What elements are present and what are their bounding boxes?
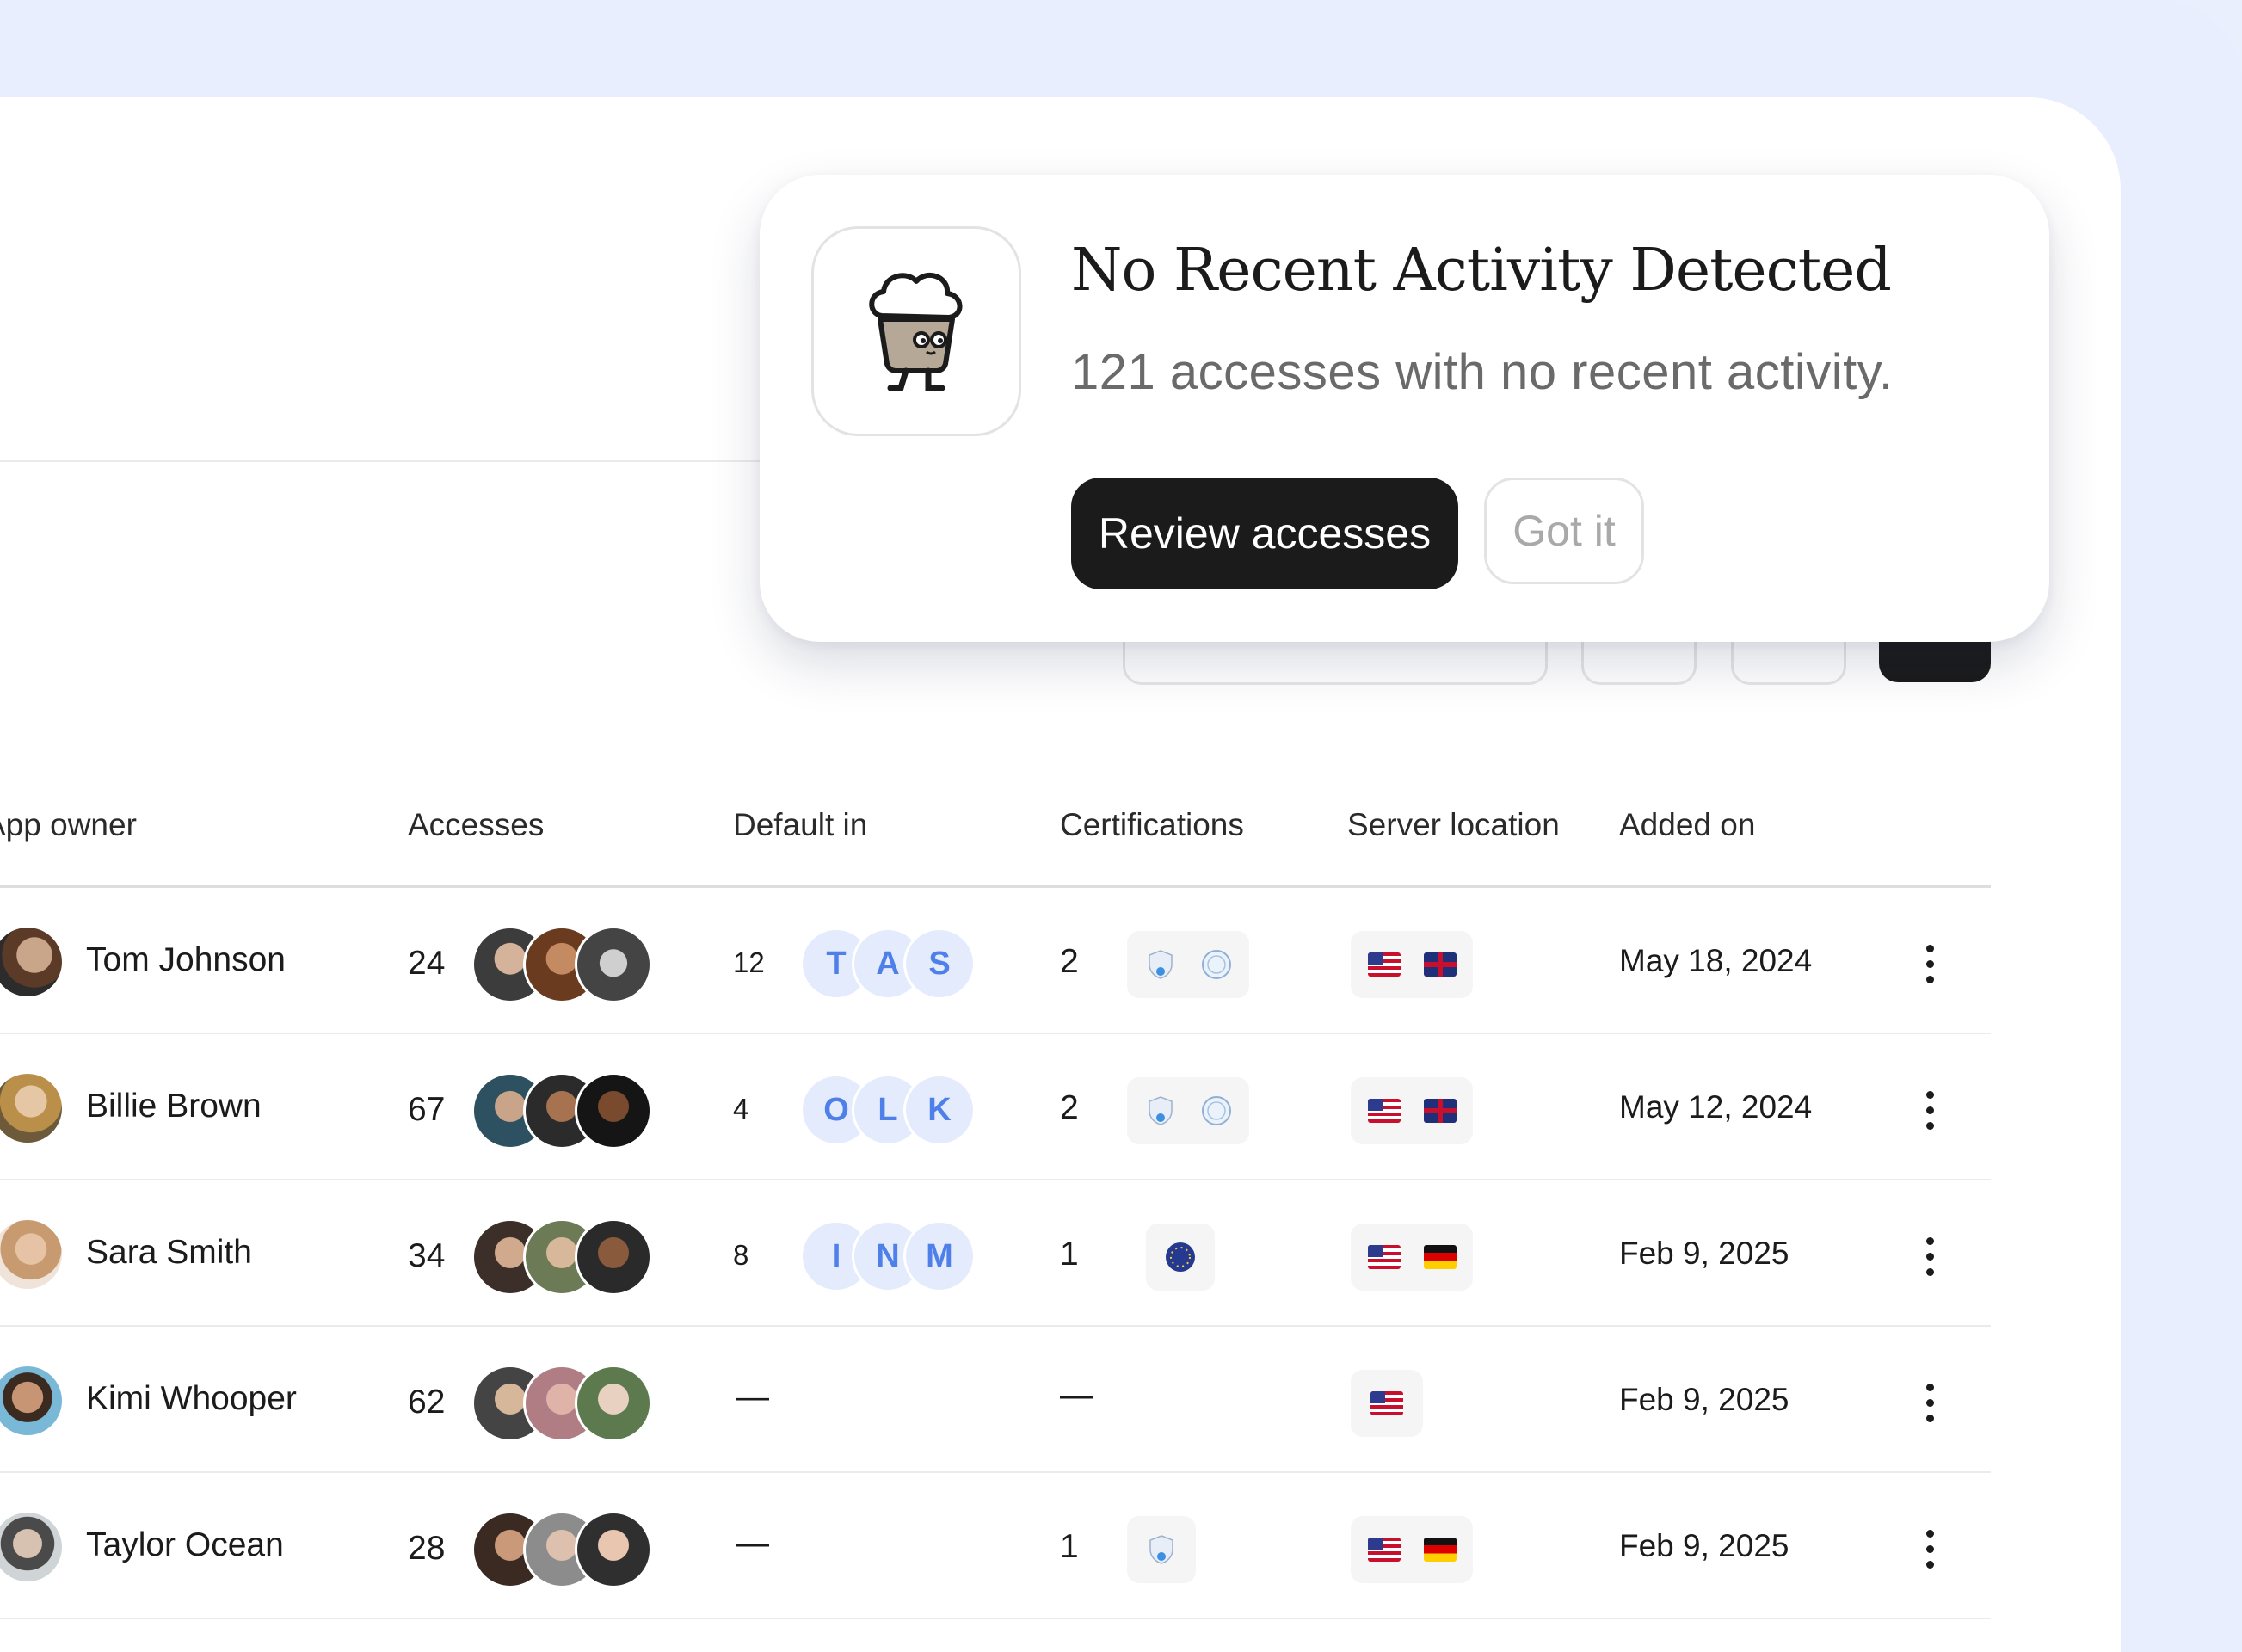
- eu-badge-icon: [1166, 1242, 1195, 1272]
- row-more-icon[interactable]: [1915, 936, 1944, 991]
- cert-count: 1: [1060, 1528, 1079, 1565]
- owner-name: Sara Smith: [86, 1234, 252, 1271]
- certifications-chip[interactable]: [1146, 1224, 1215, 1291]
- review-accesses-button[interactable]: Review accesses: [1071, 478, 1458, 589]
- added-date: Feb 9, 2025: [1619, 1236, 1789, 1271]
- access-count: 67: [408, 1091, 446, 1128]
- certifications-chip[interactable]: [1127, 1516, 1196, 1583]
- row-more-icon[interactable]: [1915, 1375, 1944, 1430]
- server-location-chip[interactable]: [1351, 931, 1473, 998]
- de-flag-icon: [1423, 1245, 1457, 1269]
- soc2-badge-icon: [1148, 1096, 1173, 1125]
- access-count: 28: [408, 1530, 446, 1567]
- access-count: 24: [408, 945, 446, 982]
- table-row[interactable]: Billie Brown 67 4 O L K 2 May 12, 2024: [0, 1034, 1991, 1180]
- access-avatar-stack[interactable]: [471, 1511, 661, 1588]
- owner-name: Billie Brown: [86, 1088, 262, 1125]
- us-flag-icon: [1367, 1538, 1401, 1562]
- table-row[interactable]: Taylor Ocean 28 — 1 Feb 9, 2025: [0, 1473, 1991, 1619]
- default-count: 4: [733, 1093, 749, 1125]
- default-count: —: [736, 1525, 769, 1562]
- popup-subtitle: 121 accesses with no recent activity.: [1071, 344, 1894, 400]
- server-location-chip[interactable]: [1351, 1516, 1473, 1583]
- user-avatar: [575, 1365, 652, 1442]
- app-initial: S: [903, 928, 976, 1000]
- row-more-icon[interactable]: [1915, 1521, 1944, 1576]
- row-more-icon[interactable]: [1915, 1229, 1944, 1284]
- popup-title: No Recent Activity Detected: [1071, 237, 1892, 305]
- owner-avatar: [0, 1074, 62, 1143]
- no-activity-popup: No Recent Activity Detected 121 accesses…: [760, 175, 2049, 642]
- app-frame: App owner Accesses Default in Certificat…: [0, 0, 2242, 1652]
- access-count: 34: [408, 1237, 446, 1274]
- section-divider: [0, 460, 774, 462]
- row-divider: [0, 1618, 1991, 1619]
- uk-flag-icon: [1423, 952, 1457, 977]
- default-apps-stack[interactable]: O L K: [800, 1074, 981, 1146]
- certifications-chip[interactable]: [1127, 931, 1249, 998]
- us-flag-icon: [1367, 1099, 1401, 1123]
- table-row[interactable]: Tom Johnson 24 12 T A S 2 May 18, 2024: [0, 888, 1991, 1034]
- mascot-frame: [811, 226, 1021, 436]
- col-header-certifications[interactable]: Certifications: [1060, 807, 1244, 843]
- owner-name: Kimi Whooper: [86, 1380, 297, 1417]
- got-it-button[interactable]: Got it: [1484, 478, 1644, 584]
- owner-avatar: [0, 1366, 62, 1435]
- added-date: Feb 9, 2025: [1619, 1528, 1789, 1563]
- owner-avatar: [0, 1513, 62, 1581]
- cert-count: 2: [1060, 943, 1079, 980]
- us-flag-icon: [1367, 1245, 1401, 1269]
- cupcake-mascot-icon: [869, 272, 963, 391]
- us-flag-icon: [1370, 1391, 1403, 1415]
- col-header-server-location[interactable]: Server location: [1347, 807, 1560, 843]
- default-count: 12: [733, 946, 765, 978]
- server-location-chip[interactable]: [1351, 1224, 1473, 1291]
- cert-count: 2: [1060, 1089, 1079, 1126]
- cert-count: —: [1060, 1377, 1093, 1414]
- gdpr-seal-icon: [1201, 1096, 1231, 1125]
- access-avatar-stack[interactable]: [471, 926, 661, 1003]
- table-row[interactable]: Kimi Whooper 62 — — Feb 9, 2025: [0, 1327, 1991, 1473]
- gdpr-seal-icon: [1201, 950, 1231, 979]
- owner-name: Taylor Ocean: [86, 1526, 284, 1563]
- default-count: —: [736, 1378, 769, 1415]
- certifications-chip[interactable]: [1127, 1077, 1249, 1144]
- added-date: May 18, 2024: [1619, 943, 1813, 978]
- col-header-accesses[interactable]: Accesses: [408, 807, 544, 843]
- uk-flag-icon: [1423, 1099, 1457, 1123]
- us-flag-icon: [1367, 952, 1401, 977]
- server-location-chip[interactable]: [1351, 1370, 1423, 1437]
- default-apps-stack[interactable]: I N M: [800, 1220, 981, 1292]
- owner-name: Tom Johnson: [86, 941, 286, 978]
- owner-avatar: [0, 928, 62, 996]
- server-location-chip[interactable]: [1351, 1077, 1473, 1144]
- col-header-default-in[interactable]: Default in: [733, 807, 867, 843]
- row-more-icon[interactable]: [1915, 1082, 1944, 1137]
- cert-count: 1: [1060, 1236, 1079, 1273]
- col-header-added-on[interactable]: Added on: [1619, 807, 1755, 843]
- default-apps-stack[interactable]: T A S: [800, 928, 981, 1000]
- table-row[interactable]: Sara Smith 34 8 I N M 1 Feb 9, 2025: [0, 1180, 1991, 1327]
- user-avatar: [575, 926, 652, 1003]
- added-date: Feb 9, 2025: [1619, 1382, 1789, 1417]
- access-avatar-stack[interactable]: [471, 1218, 661, 1296]
- added-date: May 12, 2024: [1619, 1089, 1813, 1125]
- soc2-badge-icon: [1149, 1535, 1173, 1564]
- app-initial: K: [903, 1074, 976, 1146]
- access-avatar-stack[interactable]: [471, 1365, 661, 1442]
- access-count: 62: [408, 1384, 446, 1421]
- default-count: 8: [733, 1239, 749, 1271]
- user-avatar: [575, 1218, 652, 1296]
- access-avatar-stack[interactable]: [471, 1072, 661, 1150]
- col-header-app-owner[interactable]: App owner: [0, 807, 137, 843]
- soc2-badge-icon: [1148, 950, 1173, 979]
- owner-avatar: [0, 1220, 62, 1289]
- de-flag-icon: [1423, 1538, 1457, 1562]
- user-avatar: [575, 1511, 652, 1588]
- app-initial: M: [903, 1220, 976, 1292]
- user-avatar: [575, 1072, 652, 1150]
